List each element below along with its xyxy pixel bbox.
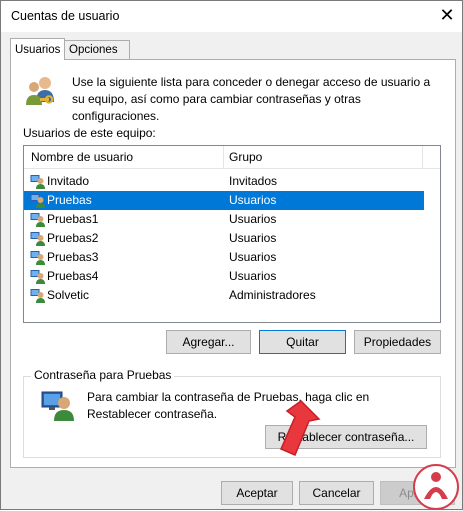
properties-button[interactable]: Propiedades [354, 330, 441, 354]
user-name: Pruebas3 [47, 250, 99, 264]
remove-button[interactable]: Quitar [259, 330, 346, 354]
column-header-group[interactable]: Grupo [229, 150, 262, 164]
window-title: Cuentas de usuario [11, 9, 120, 23]
users-icon [26, 77, 54, 105]
ok-button[interactable]: Aceptar [221, 481, 293, 505]
close-icon[interactable]: ✕ [437, 5, 457, 25]
user-icon [30, 194, 45, 208]
tab-opciones-avanzadas[interactable]: Opciones avanzadas [64, 40, 130, 75]
red-arrow-icon [280, 400, 321, 456]
table-row[interactable]: Pruebas3 Usuarios [24, 248, 424, 267]
user-icon [30, 213, 45, 227]
tab-usuarios[interactable]: Usuarios [10, 38, 66, 60]
user-group: Usuarios [229, 193, 277, 207]
user-accounts-window: Cuentas de usuario ✕ Usuarios Opciones a… [0, 0, 463, 510]
column-divider[interactable] [422, 146, 423, 168]
user-name: Solvetic [47, 288, 90, 302]
user-group: Administradores [229, 288, 316, 302]
list-header: Nombre de usuario Grupo [24, 146, 440, 169]
add-button[interactable]: Agregar... [166, 330, 251, 354]
watermark-logo-icon [413, 464, 459, 510]
cancel-button[interactable]: Cancelar [299, 481, 374, 505]
user-group: Invitados [229, 174, 278, 188]
user-icon [30, 232, 45, 246]
user-name: Pruebas2 [47, 231, 99, 245]
user-icon [30, 251, 45, 265]
user-group: Usuarios [229, 231, 277, 245]
column-header-username[interactable]: Nombre de usuario [31, 150, 133, 164]
user-name: Pruebas1 [47, 212, 99, 226]
intro-text: Use la siguiente lista para conceder o d… [72, 75, 431, 123]
table-row[interactable]: Solvetic Administradores [24, 286, 424, 305]
user-group: Usuarios [229, 250, 277, 264]
user-icon [30, 289, 45, 303]
user-icon [30, 175, 45, 189]
user-icon [30, 270, 45, 284]
column-divider[interactable] [223, 146, 224, 168]
user-group: Usuarios [229, 212, 277, 226]
table-row[interactable]: Invitado Invitados [24, 172, 424, 191]
user-name: Pruebas [47, 193, 92, 207]
users-list[interactable]: Nombre de usuario Grupo Invitado Invitado… [23, 145, 441, 323]
table-row[interactable]: Pruebas2 Usuarios [24, 229, 424, 248]
user-group: Usuarios [229, 269, 277, 283]
user-name: Invitado [47, 174, 90, 188]
users-tab-panel: Use la siguiente lista para conceder o d… [10, 59, 456, 468]
password-text: Para cambiar la contraseña de Pruebas, h… [87, 390, 370, 421]
title-bar: Cuentas de usuario ✕ [1, 1, 462, 32]
users-list-label: Usuarios de este equipo: [23, 126, 156, 140]
table-row[interactable]: Pruebas1 Usuarios [24, 210, 424, 229]
table-row[interactable]: Pruebas4 Usuarios [24, 267, 424, 286]
user-account-icon [41, 391, 74, 421]
user-name: Pruebas4 [47, 269, 99, 283]
password-group-title: Contraseña para Pruebas [31, 368, 175, 382]
table-row[interactable]: Pruebas Usuarios [24, 191, 424, 210]
